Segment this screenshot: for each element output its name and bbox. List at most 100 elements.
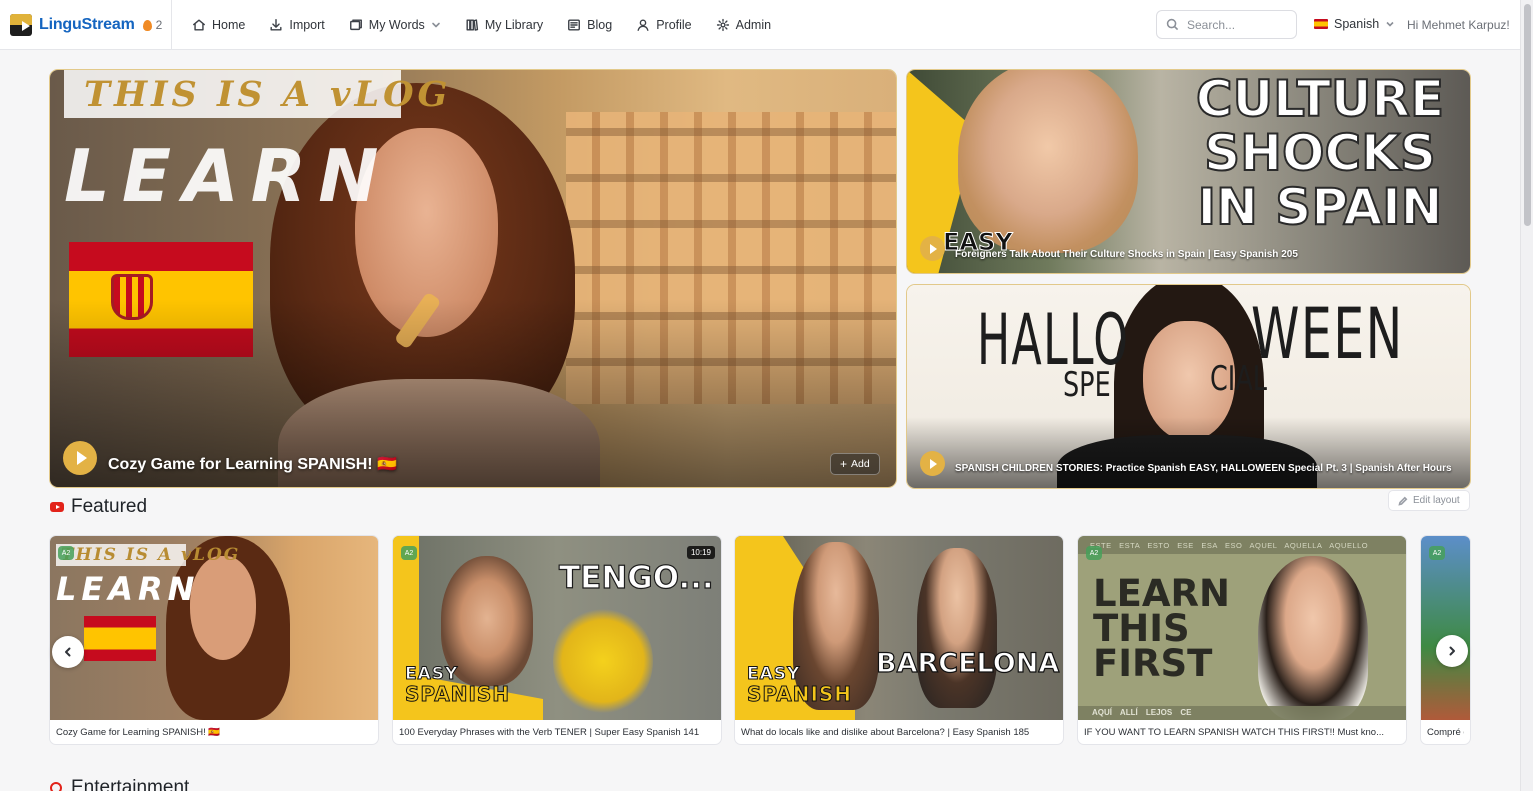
play-button[interactable] (920, 451, 945, 476)
video-card[interactable]: ESTE ESTA ESTO ESE ESA ESO AQUEL AQUELLA… (1077, 535, 1407, 745)
chevron-right-icon (1449, 646, 1455, 656)
video-thumbnail[interactable]: A2 (1421, 536, 1470, 720)
thumbnail-banner: THIS IS A vLOG (64, 70, 447, 118)
language-selector[interactable]: Spanish (1314, 17, 1395, 31)
video-card[interactable]: THIS IS A vLOG LEARN A2 Cozy Game for Le… (49, 535, 379, 745)
thumbnail-overlay-text: CIAL (1210, 359, 1267, 399)
video-title[interactable]: Cozy Game for Learning SPANISH! 🇪🇸 (108, 454, 397, 474)
section-title: Featured (71, 496, 148, 517)
video-thumbnail[interactable]: ESTE ESTA ESTO ESE ESA ESO AQUEL AQUELLA… (1078, 536, 1406, 720)
divider (171, 0, 172, 50)
brand-name: LinguStream (39, 16, 135, 33)
featured-section-header: Featured (50, 496, 147, 518)
scrollbar-thumb[interactable] (1524, 4, 1531, 226)
plus-icon: + (840, 457, 848, 471)
main-nav: Home Import My Words My Library Blog Pro… (192, 0, 795, 50)
thumbnail-overlay-text: THIS IS A vLOG (61, 545, 241, 565)
edit-layout-label: Edit layout (1413, 495, 1460, 506)
thumbnail-overlay-text: LEARN (64, 134, 391, 218)
nav-my-library[interactable]: My Library (465, 18, 543, 32)
spain-flag-image (84, 616, 156, 661)
level-badge: A2 (58, 546, 74, 560)
edit-layout-button[interactable]: Edit layout (1388, 490, 1470, 511)
thumbnail-overlay-text: WEEN (1251, 293, 1404, 375)
logo-icon (10, 14, 32, 36)
thumbnail-overlay-text: TENGO... (558, 559, 714, 596)
chevron-down-icon (1386, 21, 1394, 27)
entertainment-section-header: Entertainment (50, 777, 189, 791)
carousel-prev-button[interactable] (52, 636, 84, 668)
nav-home[interactable]: Home (192, 18, 245, 32)
thumbnail-overlay-text: LEARN (56, 570, 200, 608)
add-button[interactable]: + Add (830, 453, 880, 475)
video-card[interactable]: BARCELONA EASY SPANISH What do locals li… (734, 535, 1064, 745)
nav-admin-label: Admin (735, 18, 772, 32)
search-box[interactable] (1156, 10, 1297, 39)
search-input[interactable] (1187, 17, 1287, 32)
profile-icon (637, 19, 649, 31)
nav-home-label: Home (212, 18, 246, 32)
nav-my-library-label: My Library (484, 18, 544, 32)
thumbnail-overlay-text: AQUÍ ALLÍ LEJOS CE (1078, 706, 1406, 720)
hero-side-video[interactable]: HALLO WEEN SPE CIAL SPANISH CHILDREN STO… (906, 284, 1471, 489)
cards-icon (349, 19, 362, 31)
import-icon (270, 19, 282, 31)
language-label: Spanish (1334, 17, 1380, 31)
play-button[interactable] (920, 236, 945, 261)
thumbnail-overlay-text: BARCELONA (875, 647, 1060, 679)
hero-main-video[interactable]: THIS IS A vLOG LEARN Cozy Game for Learn… (49, 69, 897, 488)
section-title: Entertainment (71, 777, 190, 791)
video-thumbnail[interactable]: TENGO... EASY SPANISH A2 10:19 (393, 536, 721, 720)
brand[interactable]: LinguStream 2 (10, 13, 162, 37)
nav-my-words[interactable]: My Words (349, 18, 441, 32)
thumbnail-overlay-text: CULTURE SHOCKS IN SPAIN (1195, 70, 1445, 236)
nav-import[interactable]: Import (269, 18, 325, 32)
settings-icon (716, 18, 729, 32)
easy-spanish-logo: EASY SPANISH (746, 664, 853, 706)
video-thumbnail[interactable]: BARCELONA EASY SPANISH (735, 536, 1063, 720)
thumbnail-overlay-text: LEARN THIS FIRST (1093, 572, 1230, 685)
user-greeting[interactable]: Hi Mehmet Karpuz! (1407, 18, 1510, 32)
video-title[interactable]: SPANISH CHILDREN STORIES: Practice Spani… (955, 463, 1452, 474)
es-flag-icon (1314, 19, 1328, 29)
streak-count: 2 (155, 18, 163, 32)
video-card[interactable]: TENGO... EASY SPANISH A2 10:19 100 Every… (392, 535, 722, 745)
home-icon (193, 19, 205, 31)
library-icon (466, 19, 478, 31)
nav-my-words-label: My Words (368, 18, 425, 32)
video-title[interactable]: Compré e (1427, 727, 1464, 738)
page-scrollbar[interactable] (1520, 0, 1533, 791)
video-title[interactable]: Foreigners Talk About Their Culture Shoc… (955, 249, 1298, 260)
level-badge: A2 (1086, 546, 1102, 560)
flame-icon (142, 19, 152, 31)
add-button-label: Add (851, 458, 870, 470)
level-badge: A2 (1429, 546, 1445, 560)
pencil-icon (1398, 496, 1408, 506)
nav-blog[interactable]: Blog (567, 18, 612, 32)
chevron-down-icon (432, 22, 440, 28)
nav-import-label: Import (289, 18, 325, 32)
video-thumbnail[interactable]: THIS IS A vLOG LEARN A2 (50, 536, 378, 720)
level-badge: A2 (401, 546, 417, 560)
top-navbar: LinguStream 2 Home Import My Words My Li… (0, 0, 1520, 50)
chevron-left-icon (65, 647, 71, 657)
nav-profile-label: Profile (656, 18, 692, 32)
blog-icon (568, 19, 581, 31)
video-title[interactable]: What do locals like and dislike about Ba… (741, 727, 1057, 738)
video-title[interactable]: Cozy Game for Learning SPANISH! 🇪🇸 (56, 727, 372, 738)
search-icon (1166, 18, 1179, 31)
entertainment-icon (50, 782, 62, 791)
thumbnail-overlay-text: THIS IS A vLOG (84, 74, 452, 115)
thumbnail-overlay-text: SPE (1063, 365, 1111, 405)
video-title[interactable]: 100 Everyday Phrases with the Verb TENER… (399, 727, 715, 738)
hero-side-video[interactable]: CULTURE SHOCKS IN SPAIN EASY Foreigners … (906, 69, 1471, 274)
streak-counter[interactable]: 2 (142, 18, 163, 32)
nav-profile[interactable]: Profile (636, 18, 692, 32)
video-title[interactable]: IF YOU WANT TO LEARN SPANISH WATCH THIS … (1084, 727, 1400, 738)
nav-blog-label: Blog (587, 18, 613, 32)
duration-badge: 10:19 (686, 546, 715, 559)
carousel-next-button[interactable] (1436, 635, 1468, 667)
easy-spanish-logo: EASY SPANISH (404, 664, 511, 706)
nav-admin[interactable]: Admin (716, 18, 771, 32)
play-button[interactable] (63, 441, 97, 475)
